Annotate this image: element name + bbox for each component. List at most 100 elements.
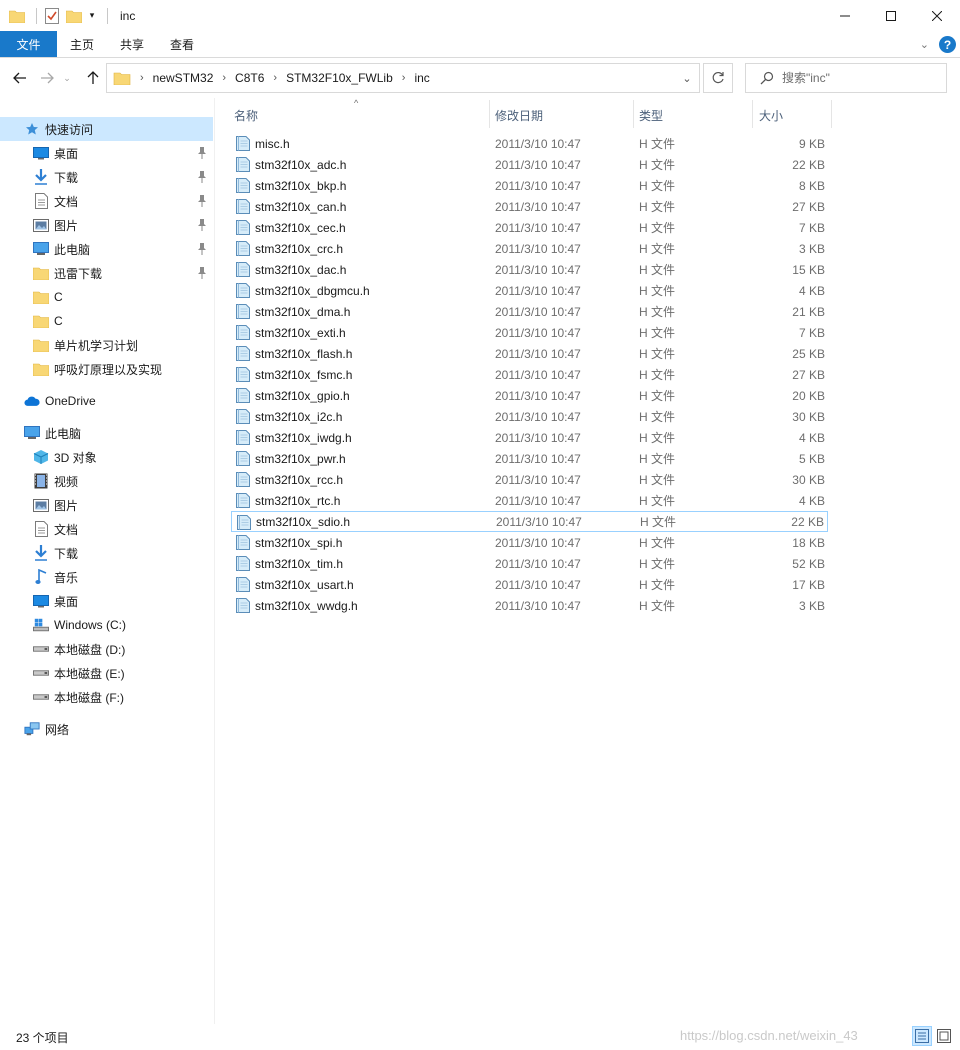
file-row[interactable]: stm32f10x_sdio.h 2011/3/10 10:47 H 文件 22 KB [231, 511, 828, 532]
file-row[interactable]: misc.h 2011/3/10 10:47 H 文件 9 KB [231, 133, 828, 154]
file-row[interactable]: stm32f10x_pwr.h 2011/3/10 10:47 H 文件 5 KB [231, 448, 828, 469]
column-divider[interactable] [831, 100, 832, 128]
sidebar-item[interactable]: C [0, 309, 213, 333]
refresh-button[interactable] [703, 63, 733, 93]
sidebar-item[interactable]: 本地磁盘 (E:) [0, 661, 213, 685]
sidebar-item[interactable]: 下载 [0, 165, 213, 189]
file-row[interactable]: stm32f10x_dac.h 2011/3/10 10:47 H 文件 15 KB [231, 259, 828, 280]
column-header-type[interactable]: 类型 [639, 100, 752, 130]
sidebar-item[interactable]: 3D 对象 [0, 445, 213, 469]
header-file-icon [236, 136, 250, 151]
sidebar-item[interactable]: OneDrive [0, 389, 213, 413]
file-row[interactable]: stm32f10x_fsmc.h 2011/3/10 10:47 H 文件 27 KB [231, 364, 828, 385]
star-icon [24, 121, 40, 137]
column-divider[interactable] [633, 100, 634, 128]
sidebar-item[interactable]: 图片 [0, 493, 213, 517]
file-row[interactable]: stm32f10x_usart.h 2011/3/10 10:47 H 文件 17 K… [231, 574, 828, 595]
sidebar-item[interactable]: 此电脑 [0, 421, 213, 445]
file-row[interactable]: stm32f10x_i2c.h 2011/3/10 10:47 H 文件 30 KB [231, 406, 828, 427]
sidebar-item[interactable]: 音乐 [0, 565, 213, 589]
column-divider[interactable] [489, 100, 490, 128]
column-header-size[interactable]: 大小 [759, 100, 831, 130]
sidebar-item[interactable]: 文档 [0, 517, 213, 541]
breadcrumb-item[interactable]: C8T6 [235, 71, 264, 85]
sidebar-item[interactable]: 此电脑 [0, 237, 213, 261]
sidebar-item[interactable]: 单片机学习计划 [0, 333, 213, 357]
file-type: H 文件 [639, 410, 676, 424]
sidebar-item[interactable]: 迅雷下载 [0, 261, 213, 285]
recent-locations-button[interactable]: ⌄ [60, 66, 74, 90]
file-row[interactable]: stm32f10x_cec.h 2011/3/10 10:47 H 文件 7 KB [231, 217, 828, 238]
tab-file[interactable]: 文件 [0, 31, 57, 57]
sidebar-item-label: 迅雷下载 [54, 266, 103, 281]
file-row[interactable]: stm32f10x_rtc.h 2011/3/10 10:47 H 文件 4 KB [231, 490, 828, 511]
large-icons-view-button[interactable] [934, 1026, 954, 1046]
sidebar-item[interactable]: 快速访问 [0, 117, 213, 141]
sidebar-item[interactable]: 视频 [0, 469, 213, 493]
sidebar-item[interactable]: 网络 [0, 717, 213, 741]
sidebar-item[interactable]: 图片 [0, 213, 213, 237]
details-view-button[interactable] [912, 1026, 932, 1046]
search-box[interactable] [745, 63, 947, 93]
file-name: stm32f10x_flash.h [255, 346, 353, 361]
help-icon[interactable]: ? [939, 36, 956, 53]
sidebar-item[interactable]: Windows (C:) [0, 613, 213, 637]
file-row[interactable]: stm32f10x_flash.h 2011/3/10 10:47 H 文件 25 K… [231, 343, 828, 364]
file-type: H 文件 [639, 494, 676, 508]
file-row[interactable]: stm32f10x_crc.h 2011/3/10 10:47 H 文件 3 KB [231, 238, 828, 259]
tab-share[interactable]: 共享 [107, 31, 157, 57]
sidebar-item[interactable]: 下载 [0, 541, 213, 565]
file-row[interactable]: stm32f10x_can.h 2011/3/10 10:47 H 文件 27 KB [231, 196, 828, 217]
minimize-button[interactable] [822, 0, 868, 31]
properties-icon[interactable] [43, 7, 61, 25]
breadcrumb-item[interactable]: newSTM32 [153, 71, 214, 85]
maximize-button[interactable] [868, 0, 914, 31]
breadcrumb-item[interactable]: inc [414, 71, 429, 85]
column-divider[interactable] [752, 100, 753, 128]
file-name: stm32f10x_can.h [255, 199, 347, 214]
file-modified-date: 2011/3/10 10:47 [495, 241, 581, 256]
column-header-date[interactable]: 修改日期 [495, 100, 633, 130]
tab-home[interactable]: 主页 [57, 31, 107, 57]
up-button[interactable] [82, 66, 104, 90]
chevron-right-icon[interactable]: › [222, 72, 226, 84]
file-row[interactable]: stm32f10x_iwdg.h 2011/3/10 10:47 H 文件 4 KB [231, 427, 828, 448]
file-size: 25 KB [792, 346, 825, 361]
sidebar-item[interactable]: 桌面 [0, 141, 213, 165]
file-row[interactable]: stm32f10x_adc.h 2011/3/10 10:47 H 文件 22 KB [231, 154, 828, 175]
header-file-icon [236, 493, 250, 508]
drive-icon [33, 689, 49, 705]
new-folder-icon[interactable] [65, 7, 83, 25]
file-row[interactable]: stm32f10x_tim.h 2011/3/10 10:47 H 文件 52 KB [231, 553, 828, 574]
sidebar-item[interactable]: 本地磁盘 (D:) [0, 637, 213, 661]
search-input[interactable] [782, 71, 942, 85]
chevron-right-icon[interactable]: › [140, 72, 144, 84]
sidebar-item-label: 网络 [45, 722, 70, 737]
chevron-right-icon[interactable]: › [273, 72, 277, 84]
back-button[interactable] [9, 66, 31, 90]
file-row[interactable]: stm32f10x_bkp.h 2011/3/10 10:47 H 文件 8 KB [231, 175, 828, 196]
sidebar-item[interactable]: C [0, 285, 213, 309]
expand-ribbon-icon[interactable]: ⌄ [920, 38, 929, 51]
close-button[interactable] [914, 0, 960, 31]
file-row[interactable]: stm32f10x_rcc.h 2011/3/10 10:47 H 文件 30 KB [231, 469, 828, 490]
file-name: stm32f10x_pwr.h [255, 451, 346, 466]
file-row[interactable]: stm32f10x_spi.h 2011/3/10 10:47 H 文件 18 KB [231, 532, 828, 553]
customize-toolbar-icon[interactable]: ▾ [87, 7, 97, 25]
sidebar-item[interactable]: 呼吸灯原理以及实现 [0, 357, 213, 381]
sidebar-item[interactable]: 本地磁盘 (F:) [0, 685, 213, 709]
forward-button[interactable] [36, 66, 58, 90]
breadcrumb-item[interactable]: STM32F10x_FWLib [286, 71, 393, 85]
sidebar-item[interactable]: 文档 [0, 189, 213, 213]
tab-view[interactable]: 查看 [157, 31, 207, 57]
chevron-right-icon[interactable]: › [402, 72, 406, 84]
file-row[interactable]: stm32f10x_dma.h 2011/3/10 10:47 H 文件 21 KB [231, 301, 828, 322]
column-header-name[interactable]: 名称 [234, 100, 489, 130]
file-row[interactable]: stm32f10x_exti.h 2011/3/10 10:47 H 文件 7 KB [231, 322, 828, 343]
file-row[interactable]: stm32f10x_gpio.h 2011/3/10 10:47 H 文件 20 KB [231, 385, 828, 406]
sidebar-item[interactable]: 桌面 [0, 589, 213, 613]
address-history-dropdown[interactable]: ⌄ [675, 64, 699, 92]
address-bar[interactable]: › newSTM32 › C8T6 › STM32F10x_FWLib › in… [106, 63, 700, 93]
file-row[interactable]: stm32f10x_dbgmcu.h 2011/3/10 10:47 H 文件 4 K… [231, 280, 828, 301]
file-row[interactable]: stm32f10x_wwdg.h 2011/3/10 10:47 H 文件 3 KB [231, 595, 828, 616]
